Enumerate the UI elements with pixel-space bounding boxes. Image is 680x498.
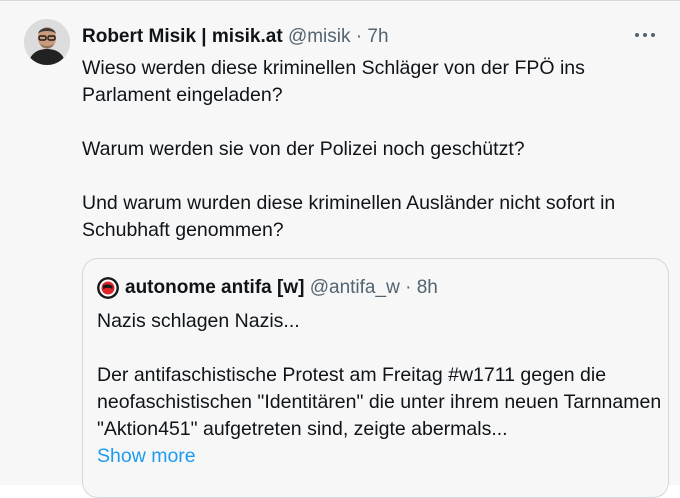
author-avatar[interactable] [24,19,70,65]
quoted-author-handle[interactable]: @antifa_w [310,277,400,298]
quoted-paragraph: Nazis schlagen Nazis... [97,310,300,332]
quoted-tweet-header: autonome antifa [w] @antifa_w · 8h [125,276,438,300]
quoted-paragraph: Der antifaschistische Protest am Freitag… [97,364,662,440]
more-options-button[interactable] [630,25,660,45]
ellipsis-icon [635,33,655,37]
tweet-paragraph: Wieso werden diese kriminellen Schläger … [82,57,585,106]
tweet-card[interactable]: Robert Misik | misik.at @misik · 7h Wies… [0,0,680,498]
antifa-flag-logo-icon [97,277,119,299]
tweet-timestamp[interactable]: 7h [367,26,388,47]
author-handle[interactable]: @misik [288,26,351,47]
quoted-tweet-timestamp[interactable]: 8h [417,277,438,298]
header-separator: · [355,26,363,47]
tweet-header: Robert Misik | misik.at @misik · 7h [82,25,389,49]
tweet-text: Wieso werden diese kriminellen Schläger … [82,55,674,244]
quoted-header-separator: · [405,277,412,298]
avatar-photo-icon [24,19,70,65]
quoted-author-avatar[interactable] [97,277,119,299]
quoted-author-display-name[interactable]: autonome antifa [w] [125,277,304,298]
quoted-tweet[interactable]: autonome antifa [w] @antifa_w · 8h Nazis… [82,258,669,498]
tweet-paragraph: Und warum wurden diese kriminellen Auslä… [82,192,616,241]
author-display-name[interactable]: Robert Misik | misik.at [82,26,283,47]
quoted-tweet-text: Nazis schlagen Nazis... Der antifaschist… [97,308,663,443]
tweet-paragraph: Warum werden sie von der Polizei noch ge… [82,138,525,160]
show-more-link[interactable]: Show more [97,443,196,470]
